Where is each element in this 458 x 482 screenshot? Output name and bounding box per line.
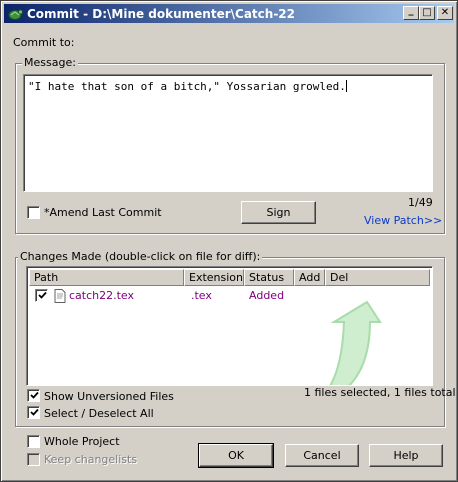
minimize-icon: _ — [408, 5, 414, 16]
title-bar[interactable]: Commit - D:\Mine dokumenter\Catch-22 _ □… — [4, 4, 454, 23]
changes-group-title: Changes Made (double-click on file for d… — [18, 250, 263, 263]
close-icon: ✕ — [440, 7, 450, 18]
view-patch-link[interactable]: View Patch>> — [364, 214, 442, 227]
commit-dialog: Commit - D:\Mine dokumenter\Catch-22 _ □… — [0, 0, 458, 482]
table-row[interactable]: catch22.tex .tex Added — [29, 287, 429, 305]
select-all-label[interactable]: Select / Deselect All — [44, 407, 154, 420]
message-input[interactable]: "I hate that son of a bitch," Yossarian … — [23, 74, 433, 192]
show-unversioned-checkbox[interactable] — [27, 389, 40, 402]
file-extension-cell: .tex — [191, 289, 212, 302]
sign-button[interactable]: Sign — [241, 201, 316, 224]
column-header-extension[interactable]: Extension — [184, 269, 244, 286]
message-char-counter: 1/49 — [408, 196, 433, 209]
amend-checkbox[interactable] — [27, 206, 40, 219]
checkmark-icon — [38, 291, 47, 299]
curved-arrow-icon — [329, 300, 382, 385]
tortoise-icon — [7, 6, 23, 22]
maximize-button[interactable]: □ — [419, 6, 435, 20]
selection-summary: 1 files selected, 1 files total — [304, 386, 456, 399]
column-header-add[interactable]: Add — [294, 269, 325, 286]
changes-list[interactable]: Path Extension Status Add Del catch22.te… — [26, 266, 433, 386]
window-title: Commit - D:\Mine dokumenter\Catch-22 — [27, 6, 295, 21]
file-checkbox[interactable] — [35, 289, 48, 302]
column-header-status[interactable]: Status — [244, 269, 294, 286]
text-file-icon — [54, 289, 66, 306]
file-status-cell: Added — [249, 289, 285, 302]
checkmark-icon — [30, 391, 39, 399]
cancel-button-label: Cancel — [303, 449, 341, 462]
checkmark-icon — [30, 408, 39, 416]
ok-button[interactable]: OK — [198, 443, 274, 468]
whole-project-label[interactable]: Whole Project — [44, 435, 120, 448]
commit-to-label: Commit to: — [13, 36, 75, 49]
column-header-del[interactable]: Del — [325, 269, 430, 286]
ok-button-label: OK — [228, 449, 244, 462]
maximize-icon: □ — [422, 7, 432, 18]
keep-changelists-checkbox — [27, 453, 40, 466]
changes-list-header: Path Extension Status Add Del — [29, 269, 430, 286]
file-path-cell: catch22.tex — [69, 289, 135, 302]
minimize-button[interactable]: _ — [403, 6, 419, 20]
close-button[interactable]: ✕ — [437, 6, 453, 20]
column-header-path[interactable]: Path — [29, 269, 184, 286]
message-group-title: Message: — [22, 56, 78, 69]
help-button[interactable]: Help — [369, 444, 443, 467]
cancel-button[interactable]: Cancel — [285, 444, 359, 467]
show-unversioned-label[interactable]: Show Unversioned Files — [44, 390, 174, 403]
sign-button-label: Sign — [266, 206, 291, 219]
select-all-checkbox[interactable] — [27, 406, 40, 419]
amend-label[interactable]: *Amend Last Commit — [44, 206, 162, 219]
message-text: "I hate that son of a bitch," Yossarian … — [28, 80, 346, 93]
whole-project-checkbox[interactable] — [27, 435, 40, 448]
help-button-label: Help — [393, 449, 419, 462]
keep-changelists-label: Keep changelists — [44, 453, 138, 466]
text-caret — [345, 80, 347, 92]
